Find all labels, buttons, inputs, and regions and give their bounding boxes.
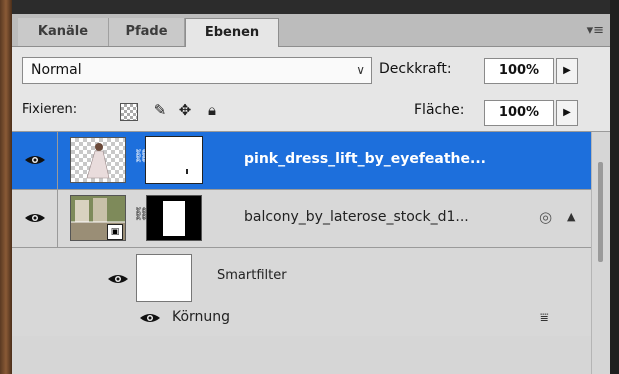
lock-label: Fixieren: xyxy=(22,102,78,117)
mask-white-area xyxy=(163,201,185,236)
tab-layers[interactable]: Ebenen xyxy=(185,18,279,48)
layer-mask-thumbnail[interactable] xyxy=(145,136,203,184)
fill-input[interactable]: 100% xyxy=(484,100,554,126)
panel-menu-icon[interactable]: ▾≡ xyxy=(587,23,604,38)
scrollbar-thumb[interactable] xyxy=(598,162,603,262)
layer-thumbnail-balcony[interactable]: ▣ xyxy=(70,195,126,241)
layer-thumbnail-figure[interactable] xyxy=(70,137,126,183)
opacity-label: Deckkraft: xyxy=(379,61,452,77)
tab-channels[interactable]: Kanäle xyxy=(18,18,109,46)
chevron-down-icon: ∨ xyxy=(356,63,365,77)
fill-slider-button[interactable]: ▶ xyxy=(556,100,578,126)
canvas-edge-right xyxy=(610,0,619,374)
layers-panel: Kanäle Pfade Ebenen ▾≡ Normal ∨ Deckkraf… xyxy=(12,14,610,374)
blend-opacity-row: Normal ∨ Deckkraft: 100% ▶ xyxy=(12,47,610,91)
smart-filters-indicator-icon[interactable]: ◎ xyxy=(539,208,552,226)
mask-link-chain-icon[interactable]: ⛓︎ xyxy=(133,207,150,227)
filter-row-koernung[interactable]: Körnung ⩸ xyxy=(12,306,610,336)
lock-position-move-icon[interactable]: ✥ xyxy=(175,100,195,120)
blend-mode-select[interactable]: Normal ∨ xyxy=(22,57,372,84)
eye-icon[interactable] xyxy=(139,312,161,324)
smart-filter-mask-thumbnail[interactable] xyxy=(136,254,192,302)
layer-name[interactable]: pink_dress_lift_by_eyefeathe... xyxy=(244,151,486,167)
panel-tab-bar: Kanäle Pfade Ebenen ▾≡ xyxy=(12,14,610,48)
dress-figure-icon xyxy=(86,143,110,179)
lock-all-icon[interactable]: 🔒︎ xyxy=(202,100,222,120)
layer-name[interactable]: balcony_by_laterose_stock_d1... xyxy=(244,209,469,225)
eye-icon[interactable] xyxy=(107,273,129,285)
layers-scrollbar[interactable] xyxy=(591,132,610,374)
blend-mode-value: Normal xyxy=(31,62,82,78)
smart-object-badge-icon: ▣ xyxy=(107,224,123,240)
eye-icon xyxy=(25,214,45,222)
eye-icon xyxy=(25,156,45,164)
mask-link-chain-icon[interactable]: ⛓︎ xyxy=(133,149,150,169)
collapse-arrow-icon[interactable]: ▲ xyxy=(567,210,575,223)
window-top-frame xyxy=(0,0,619,14)
layer-row-pink-dress[interactable]: ⛓︎ pink_dress_lift_by_eyefeathe... xyxy=(12,132,610,190)
lock-fill-row: Fixieren: ✎ ✥ 🔒︎ Fläche: 100% ▶ xyxy=(12,91,610,132)
mask-mark xyxy=(186,169,188,174)
layer-mask-thumbnail[interactable] xyxy=(146,195,202,241)
filter-name: Körnung xyxy=(172,309,231,325)
layer-row-balcony[interactable]: ▣ ⛓︎ balcony_by_laterose_stock_d1... ◎ ▲ xyxy=(12,190,610,248)
opacity-input[interactable]: 100% xyxy=(484,58,554,84)
fill-label: Fläche: xyxy=(414,102,465,118)
lock-transparent-pixels-icon[interactable] xyxy=(120,103,138,121)
tab-paths[interactable]: Pfade xyxy=(109,18,185,46)
smart-filter-row[interactable]: Smartfilter xyxy=(12,248,610,306)
opacity-slider-button[interactable]: ▶ xyxy=(556,58,578,84)
filter-blending-options-icon[interactable]: ⩸ xyxy=(540,310,549,326)
visibility-toggle[interactable] xyxy=(12,190,58,247)
layers-list: ⛓︎ pink_dress_lift_by_eyefeathe... ▣ ⛓︎ … xyxy=(12,132,610,374)
canvas-edge-left xyxy=(0,0,12,374)
smart-filter-label: Smartfilter xyxy=(217,268,287,283)
lock-image-pixels-brush-icon[interactable]: ✎ xyxy=(150,100,170,120)
visibility-toggle[interactable] xyxy=(12,132,58,189)
